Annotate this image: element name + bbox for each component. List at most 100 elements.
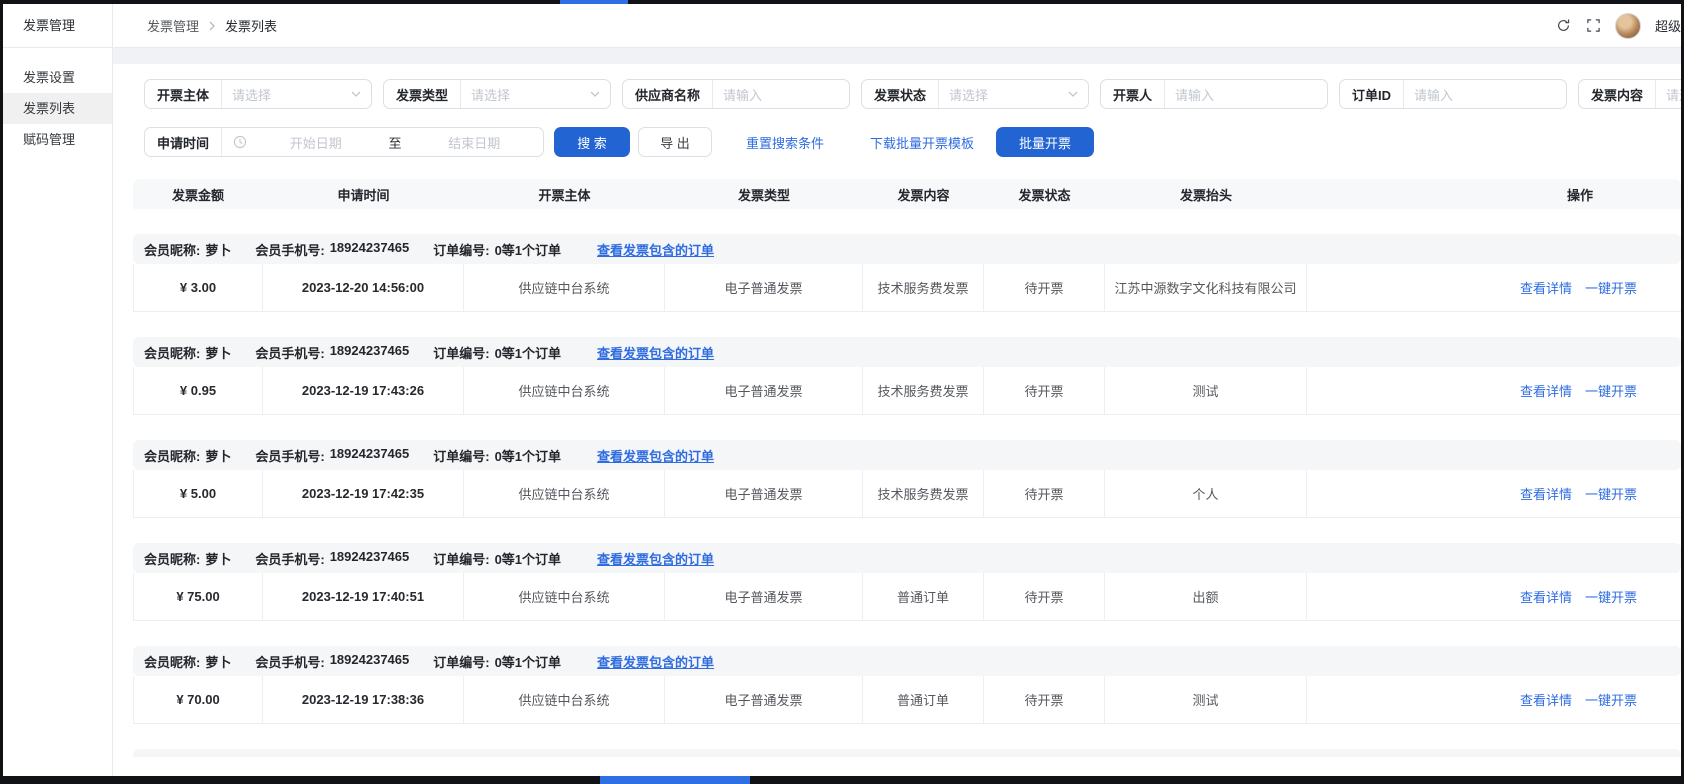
group-header-row: 会员昵称: 萝卜 会员手机号: 18924237465 订单编号: 0等1个订单… [133, 543, 1681, 573]
refresh-icon[interactable] [1555, 18, 1571, 34]
member-nickname: 会员昵称: 萝卜 [144, 343, 231, 362]
filter-field-input[interactable]: 请输入 [1165, 85, 1327, 104]
filter-field-input[interactable]: 请选择 [939, 85, 1068, 104]
one-click-invoice-link[interactable]: 一键开票 [1585, 587, 1637, 606]
member-phone-label: 会员手机号: [255, 652, 324, 671]
field-divider [221, 128, 222, 156]
sidebar-item[interactable]: 发票设置 [3, 62, 112, 93]
view-included-orders-link[interactable]: 查看发票包含的订单 [597, 446, 714, 465]
main-area: 发票管理 发票列表 超级管理员 开票主体 请 [113, 4, 1681, 776]
invoice-row: ¥ 3.002023-12-20 14:56:00供应链中台系统电子普通发票技术… [133, 264, 1681, 312]
member-phone-value: 18924237465 [330, 652, 410, 671]
fullscreen-icon[interactable] [1585, 18, 1601, 34]
date-range-separator: 至 [385, 133, 406, 152]
apply-time-cell: 2023-12-19 17:38:36 [263, 676, 464, 723]
breadcrumb: 发票管理 发票列表 [147, 16, 277, 35]
invoice-status-cell: 待开票 [984, 573, 1105, 620]
one-click-invoice-link[interactable]: 一键开票 [1585, 381, 1637, 400]
view-included-orders-link[interactable]: 查看发票包含的订单 [597, 549, 714, 568]
view-detail-link[interactable]: 查看详情 [1520, 690, 1572, 709]
filter-field-input[interactable]: 请输入 [1404, 85, 1566, 104]
invoice-type-cell: 电子普通发票 [665, 573, 863, 620]
column-header-invoice-type: 发票类型 [665, 185, 863, 204]
member-phone: 会员手机号: 18924237465 [255, 240, 409, 259]
order-number: 订单编号: 0等1个订单 [433, 549, 561, 568]
invoice-title-cell: 测试 [1105, 676, 1307, 723]
batch-invoice-button[interactable]: 批量开票 [996, 127, 1094, 157]
subject-cell: 供应链中台系统 [464, 573, 665, 620]
filter-field-label: 开票主体 [145, 85, 221, 104]
search-button[interactable]: 搜 索 [554, 127, 630, 157]
member-nickname-label: 会员昵称: [144, 343, 200, 362]
chevron-right-icon [208, 21, 216, 31]
export-button[interactable]: 导 出 [638, 127, 712, 157]
sidebar-item[interactable]: 发票列表 [3, 93, 112, 124]
invoice-type-cell: 电子普通发票 [665, 367, 863, 414]
one-click-invoice-link[interactable]: 一键开票 [1585, 690, 1637, 709]
member-phone-value: 18924237465 [330, 343, 410, 362]
filter-row: 开票主体 请选择 发票类型 请选择 供应商名称 请输入 发票状态 请选择 开票人… [144, 79, 1681, 109]
invoice-row: ¥ 70.002023-12-19 17:38:36供应链中台系统电子普通发票普… [133, 676, 1681, 724]
one-click-invoice-link[interactable]: 一键开票 [1585, 278, 1637, 297]
view-detail-link[interactable]: 查看详情 [1520, 587, 1572, 606]
order-number-label: 订单编号: [433, 343, 489, 362]
view-included-orders-link[interactable]: 查看发票包含的订单 [597, 240, 714, 259]
group-header-row: 会员昵称: 萝卜 会员手机号: 18924237465 订单编号: 0等1个订单… [133, 440, 1681, 470]
end-date-input[interactable]: 结束日期 [406, 133, 543, 152]
one-click-invoice-link[interactable]: 一键开票 [1585, 484, 1637, 503]
breadcrumb-item[interactable]: 发票管理 [147, 16, 199, 35]
amount-cell: ¥ 75.00 [133, 573, 263, 620]
filter-field[interactable]: 订单ID 请输入 [1339, 79, 1567, 109]
column-header-operations: 操作 [1307, 185, 1681, 204]
download-template-link[interactable]: 下载批量开票模板 [870, 133, 974, 152]
order-number-label: 订单编号: [433, 549, 489, 568]
filter-field-input[interactable]: 请选择 [1656, 85, 1684, 104]
chevron-down-icon [1068, 91, 1078, 97]
apply-time-cell: 2023-12-20 14:56:00 [263, 264, 464, 311]
view-included-orders-link[interactable]: 查看发票包含的订单 [597, 652, 714, 671]
table-body: 会员昵称: 萝卜 会员手机号: 18924237465 订单编号: 0等1个订单… [133, 234, 1681, 724]
column-header-invoice-content: 发票内容 [863, 185, 984, 204]
filter-field[interactable]: 发票类型 请选择 [383, 79, 611, 109]
filter-field-label: 开票人 [1101, 85, 1164, 104]
next-group-band-partial [133, 749, 1681, 757]
filter-field-input[interactable]: 请输入 [713, 85, 849, 104]
filter-field[interactable]: 供应商名称 请输入 [622, 79, 850, 109]
view-detail-link[interactable]: 查看详情 [1520, 484, 1572, 503]
start-date-input[interactable]: 开始日期 [247, 133, 384, 152]
apply-time-range-field[interactable]: 申请时间 开始日期 至 结束日期 [144, 127, 544, 157]
filter-field-input[interactable]: 请选择 [222, 85, 351, 104]
user-avatar[interactable] [1615, 13, 1641, 39]
frame-top-bar [0, 0, 1684, 4]
order-number-value: 0等1个订单 [495, 343, 561, 362]
member-nickname-value: 萝卜 [205, 549, 231, 568]
order-number: 订单编号: 0等1个订单 [433, 240, 561, 259]
operations-cell: 查看详情一键开票 [1307, 676, 1681, 723]
member-nickname: 会员昵称: 萝卜 [144, 240, 231, 259]
content-card: 开票主体 请选择 发票类型 请选择 供应商名称 请输入 发票状态 请选择 开票人… [113, 64, 1681, 776]
order-number-label: 订单编号: [433, 446, 489, 465]
view-included-orders-link[interactable]: 查看发票包含的订单 [597, 343, 714, 362]
apply-time-cell: 2023-12-19 17:42:35 [263, 470, 464, 517]
invoice-group: 会员昵称: 萝卜 会员手机号: 18924237465 订单编号: 0等1个订单… [133, 440, 1681, 518]
chevron-down-icon [351, 91, 361, 97]
filter-field-input[interactable]: 请选择 [461, 85, 590, 104]
member-phone: 会员手机号: 18924237465 [255, 343, 409, 362]
order-number-value: 0等1个订单 [495, 652, 561, 671]
filter-field[interactable]: 开票主体 请选择 [144, 79, 372, 109]
reset-filters-link[interactable]: 重置搜索条件 [746, 133, 824, 152]
member-nickname-label: 会员昵称: [144, 240, 200, 259]
filter-field[interactable]: 开票人 请输入 [1100, 79, 1328, 109]
filter-field[interactable]: 发票内容 请选择 [1578, 79, 1684, 109]
view-detail-link[interactable]: 查看详情 [1520, 381, 1572, 400]
toolbar-row: 申请时间 开始日期 至 结束日期 搜 索 导 出 重置搜索条件 下载批量开票模板… [144, 127, 1681, 157]
invoice-status-cell: 待开票 [984, 264, 1105, 311]
filter-field[interactable]: 发票状态 请选择 [861, 79, 1089, 109]
member-nickname: 会员昵称: 萝卜 [144, 446, 231, 465]
sidebar-item[interactable]: 赋码管理 [3, 124, 112, 155]
user-name[interactable]: 超级管理员 [1655, 16, 1681, 35]
invoice-row: ¥ 75.002023-12-19 17:40:51供应链中台系统电子普通发票普… [133, 573, 1681, 621]
invoice-status-cell: 待开票 [984, 470, 1105, 517]
member-phone-value: 18924237465 [330, 446, 410, 465]
view-detail-link[interactable]: 查看详情 [1520, 278, 1572, 297]
